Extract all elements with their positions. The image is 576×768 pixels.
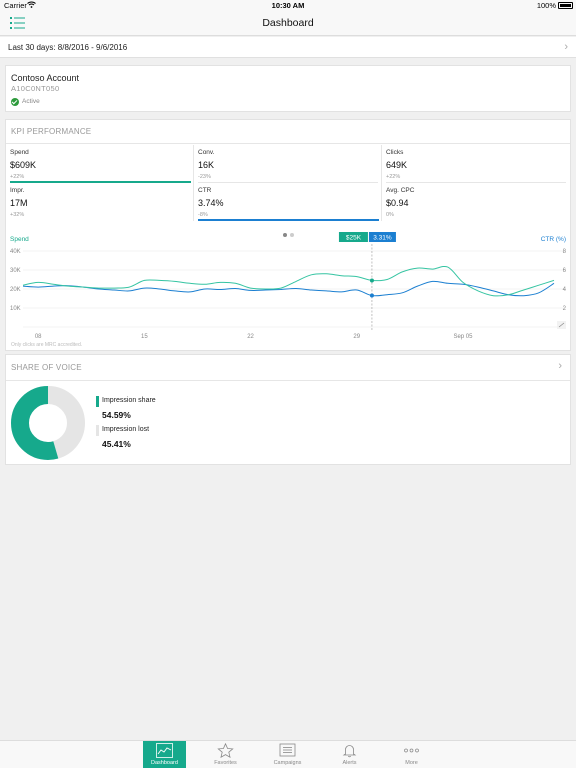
- legend-label: Impression share: [102, 397, 156, 404]
- y2-tick-label: 2: [563, 306, 567, 312]
- kpi-value: 3.74%: [198, 198, 224, 208]
- check-circle-icon: [11, 98, 19, 106]
- tab-more[interactable]: More: [390, 741, 433, 768]
- chevron-right-icon: ›: [558, 360, 562, 372]
- tab-label: More: [405, 760, 418, 766]
- kpi-value: 16K: [198, 160, 215, 170]
- x-tick-label: Sep 05: [453, 334, 473, 340]
- star-icon: [217, 743, 234, 758]
- kpi-label: Spend: [10, 149, 29, 156]
- account-card[interactable]: Contoso Account A10C0NT050 Active: [5, 65, 571, 112]
- tab-campaigns[interactable]: Campaigns: [266, 741, 309, 768]
- y2-tick-label: 4: [563, 287, 567, 293]
- legend-swatch: [96, 396, 99, 407]
- chevron-right-icon: ›: [564, 41, 568, 53]
- kpi-value: 17M: [10, 198, 28, 208]
- y2-tick-label: 8: [563, 249, 567, 255]
- divider: [381, 145, 382, 183]
- dashboard-icon: [156, 743, 173, 758]
- kpi-label: Conv.: [198, 149, 215, 156]
- kpi-tile-ctr[interactable]: CTR 3.74% -8%: [198, 183, 380, 221]
- tab-label: Campaigns: [273, 760, 302, 766]
- kpi-label: CTR: [198, 187, 212, 194]
- crosshair-point-spend: [369, 278, 374, 283]
- kpi-tile-impressions[interactable]: Impr. 17M +32%: [10, 183, 192, 221]
- x-tick-label: 15: [141, 334, 148, 340]
- kpi-change: +22%: [386, 174, 401, 180]
- account-id: A10C0NT050: [11, 84, 60, 93]
- tab-dashboard[interactable]: Dashboard: [143, 741, 186, 768]
- kpi-change: +22%: [10, 174, 25, 180]
- y2-tick-label: 6: [563, 268, 567, 274]
- sov-section-title: SHARE OF VOICE: [11, 363, 82, 372]
- kpi-label: Clicks: [386, 149, 404, 156]
- kpi-change: 0%: [386, 212, 394, 218]
- y-tick-label: 40K: [10, 249, 21, 255]
- kpi-tile-clicks[interactable]: Clicks 649K +22%: [386, 145, 568, 183]
- divider: [198, 182, 378, 183]
- nav-bar: Dashboard: [0, 12, 576, 36]
- x-tick-label: 22: [247, 334, 254, 340]
- kpi-trend-chart[interactable]: Spend CTR (%) 40K 30K 20K 10K 8 6 4 2 08 15 22 29 Sep …: [6, 232, 570, 340]
- kpi-selected-bar: [198, 219, 379, 221]
- divider: [193, 145, 194, 183]
- y-tick-label: 10K: [10, 306, 21, 312]
- kpi-label: Impr.: [10, 187, 25, 194]
- left-axis-title: Spend: [10, 236, 29, 243]
- divider: [193, 183, 194, 221]
- kpi-label: Avg. CPC: [386, 187, 415, 194]
- divider: [6, 380, 570, 381]
- clock: 10:30 AM: [271, 1, 305, 10]
- battery-percent: 100%: [536, 1, 556, 10]
- x-tick-label: 29: [353, 334, 360, 340]
- tab-label: Favorites: [214, 760, 237, 766]
- y-tick-label: 20K: [10, 287, 21, 293]
- crosshair-point-ctr: [369, 293, 374, 298]
- divider: [386, 182, 566, 183]
- legend-value: 54.59%: [102, 410, 131, 420]
- kpi-change: +32%: [10, 212, 25, 218]
- kpi-value: $0.94: [386, 198, 409, 208]
- kpi-performance-card: KPI PERFORMANCE Spend $609K +22% Conv. 1…: [5, 119, 571, 351]
- account-name: Contoso Account: [11, 73, 80, 83]
- series-line-spend: [22, 265, 555, 297]
- tab-bar: Dashboard Favorites Campaigns Alerts Mor…: [0, 740, 576, 768]
- kpi-change: -23%: [198, 174, 211, 180]
- tab-favorites[interactable]: Favorites: [204, 741, 247, 768]
- legend-label: Impression lost: [102, 426, 150, 433]
- tooltip-spend-value: $25K: [346, 234, 362, 241]
- right-axis-title: CTR (%): [541, 236, 566, 243]
- tab-label: Alerts: [342, 760, 357, 766]
- legend-swatch: [96, 425, 99, 436]
- y-tick-label: 30K: [10, 268, 21, 274]
- page-title: Dashboard: [262, 17, 314, 29]
- more-icon: [404, 748, 419, 753]
- share-of-voice-card[interactable]: SHARE OF VOICE › Impression share 54.59%…: [5, 354, 571, 465]
- footnote: Only clicks are MRC accredited.: [11, 342, 83, 348]
- date-range-selector[interactable]: Last 30 days: 8/8/2016 - 9/6/2016 ›: [0, 37, 576, 58]
- x-tick-label: 08: [35, 334, 42, 340]
- tab-label: Dashboard: [151, 760, 178, 766]
- share-of-voice-donut: [11, 386, 85, 460]
- divider: [381, 183, 382, 221]
- legend-value: 45.41%: [102, 439, 131, 449]
- divider: [6, 143, 570, 144]
- expand-icon: [557, 321, 566, 329]
- kpi-tile-spend[interactable]: Spend $609K +22%: [10, 145, 192, 183]
- account-status: Active: [22, 98, 40, 105]
- kpi-change: -8%: [198, 212, 208, 218]
- tooltip-ctr-value: 3.31%: [373, 234, 392, 241]
- kpi-tile-avg-cpc[interactable]: Avg. CPC $0.94 0%: [386, 183, 568, 221]
- kpi-value: $609K: [10, 160, 37, 170]
- date-range-label: Last 30 days: 8/8/2016 - 9/6/2016: [8, 43, 128, 52]
- bell-icon: [342, 745, 357, 758]
- status-bar: Carrier 10:30 AM 100%: [0, 0, 576, 12]
- kpi-tile-conversions[interactable]: Conv. 16K -23%: [198, 145, 380, 183]
- kpi-section-title: KPI PERFORMANCE: [11, 127, 92, 136]
- battery-icon: [558, 2, 573, 9]
- kpi-value: 649K: [386, 160, 408, 170]
- campaigns-icon: [279, 743, 296, 757]
- tab-alerts[interactable]: Alerts: [328, 741, 371, 768]
